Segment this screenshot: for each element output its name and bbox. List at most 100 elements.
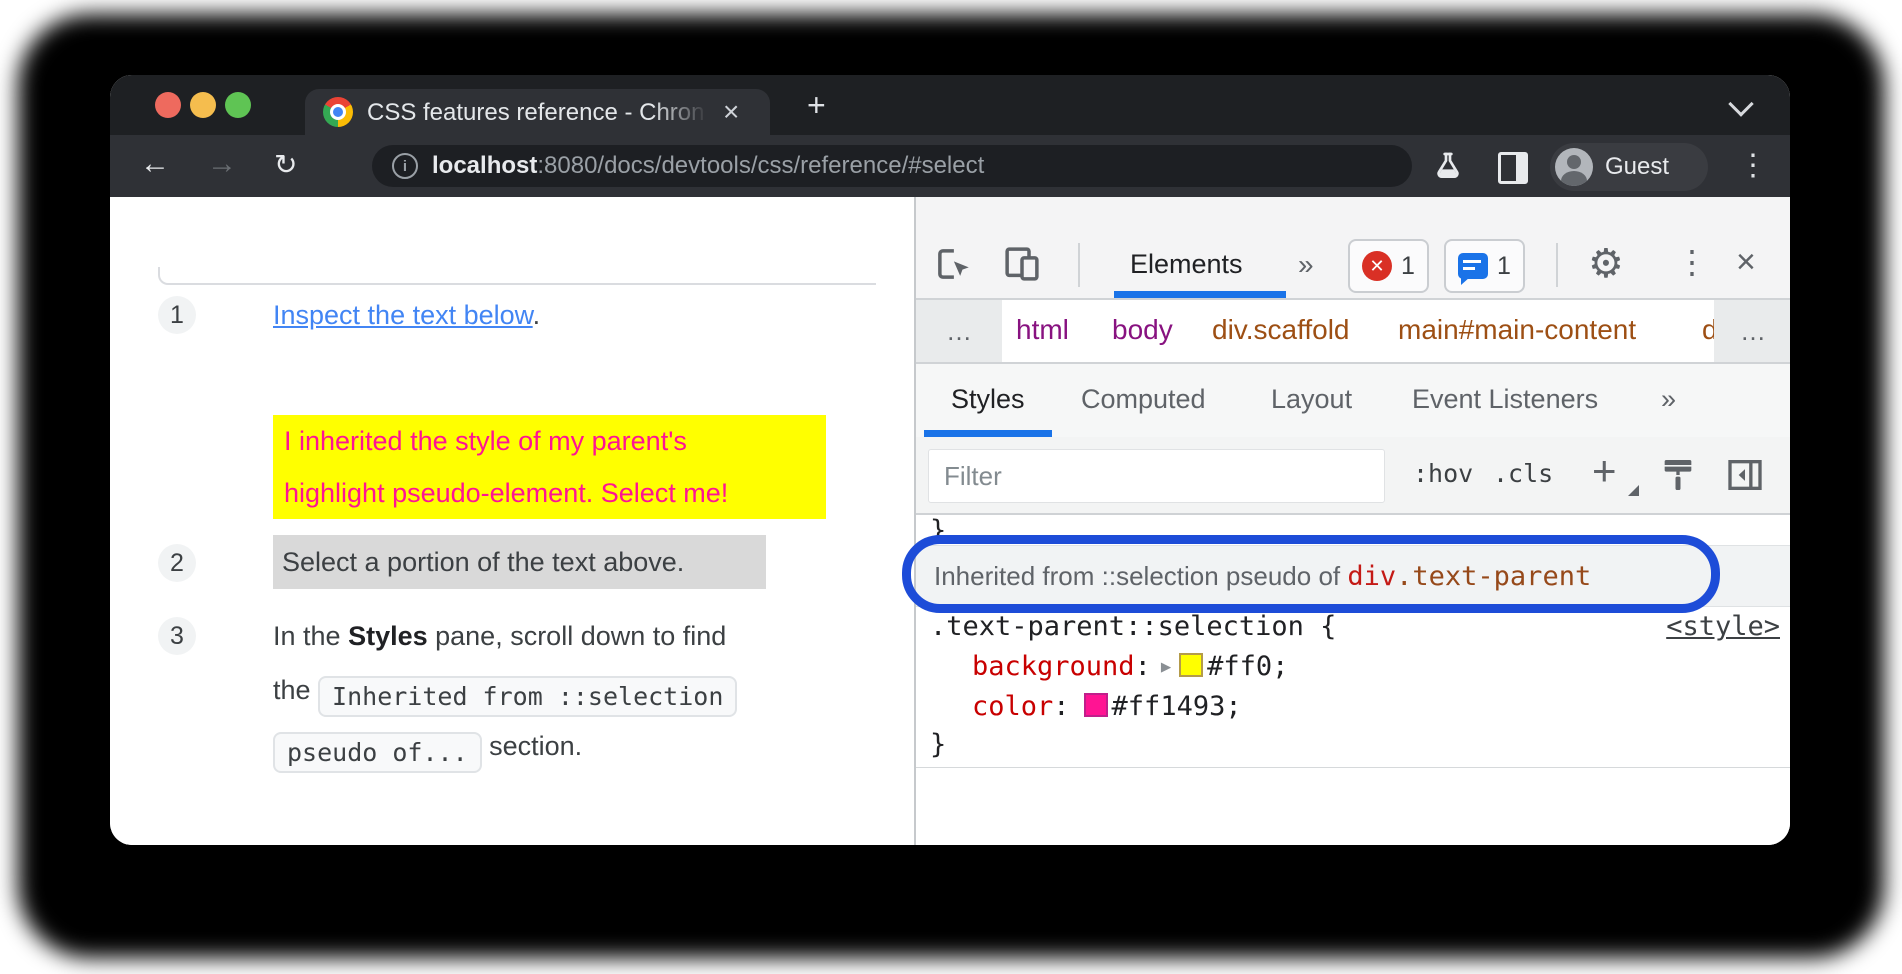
colon: : <box>1053 691 1069 722</box>
device-toolbar-icon[interactable] <box>1000 243 1044 290</box>
inherited-node-class[interactable]: .text-parent <box>1396 561 1591 592</box>
forward-button[interactable]: → <box>207 147 237 181</box>
step-3-line-3: pseudo of... section. <box>273 731 582 773</box>
previous-rule-close-brace: } <box>930 515 946 546</box>
tab-computed[interactable]: Computed <box>1081 384 1206 415</box>
filter-input[interactable] <box>928 449 1385 503</box>
crumb-html[interactable]: html <box>1016 314 1069 346</box>
profile-button[interactable]: Guest <box>1550 143 1708 191</box>
styles-filter-bar: :hov .cls + <box>916 437 1790 515</box>
inspect-link[interactable]: Inspect the text below <box>273 300 533 330</box>
rule-origin-link[interactable]: <style> <box>1666 611 1780 642</box>
step-3-line3-post: section. <box>482 731 583 761</box>
property-value: #ff0; <box>1207 651 1288 682</box>
toggle-hover-state-button[interactable]: :hov <box>1413 459 1473 488</box>
inherited-from-section: Inherited from ::selection pseudo of div… <box>916 545 1790 607</box>
step-3-post: pane, scroll down to find <box>428 621 727 651</box>
step-1-period: . <box>533 300 541 330</box>
devtools-menu-icon[interactable]: ⋮ <box>1676 243 1708 281</box>
profile-name: Guest <box>1605 153 1669 181</box>
settings-gear-icon[interactable]: ⚙ <box>1588 241 1624 287</box>
chrome-favicon-icon <box>323 97 353 127</box>
crumbs-overflow-left[interactable]: … <box>916 300 1002 362</box>
styles-bold: Styles <box>348 621 428 651</box>
tab-strip: CSS features reference - Chron × + <box>110 75 1790 135</box>
expand-arrow-icon[interactable]: ▶ <box>1161 657 1171 677</box>
step-3-line-2: the Inherited from ::selection <box>273 675 737 717</box>
side-panel-icon[interactable] <box>1498 152 1528 184</box>
property-name: color <box>972 691 1053 722</box>
tab-close-icon[interactable]: × <box>723 96 739 128</box>
rule-declaration-background[interactable]: background: ▶ #ff0; <box>972 651 1288 682</box>
step-1-text: Inspect the text below. <box>273 300 540 331</box>
step-3-line2-pre: the <box>273 675 318 705</box>
issues-badge[interactable]: 1 <box>1444 239 1525 293</box>
rule-selector[interactable]: .text-parent::selection { <box>930 611 1336 642</box>
minimize-window-button[interactable] <box>190 92 216 118</box>
close-window-button[interactable] <box>155 92 181 118</box>
more-tabs-chevron-icon[interactable]: » <box>1661 384 1676 415</box>
browser-window: CSS features reference - Chron × + ← → ↻… <box>110 75 1790 845</box>
tab-event-listeners[interactable]: Event Listeners <box>1412 384 1598 415</box>
section-divider <box>916 767 1790 768</box>
color-swatch-yellow[interactable] <box>1179 653 1203 677</box>
toolbar-divider <box>1078 243 1080 287</box>
rule-declaration-color[interactable]: color: #ff1493; <box>972 691 1242 722</box>
devtools-panel: Elements » ✕ 1 1 ⚙ ⋮ × <box>914 197 1790 845</box>
toggle-classes-button[interactable]: .cls <box>1493 459 1553 488</box>
property-name: background <box>972 651 1135 682</box>
crumb-main-content[interactable]: main#main-content <box>1398 314 1636 346</box>
new-tab-button[interactable]: + <box>807 87 826 124</box>
address-bar[interactable]: i localhost:8080/docs/devtools/css/refer… <box>372 145 1412 187</box>
new-rule-corner-triangle <box>1628 485 1639 496</box>
toggle-sidebar-icon[interactable] <box>1724 455 1766 500</box>
colon: : <box>1135 651 1151 682</box>
inherited-node-tag[interactable]: div <box>1347 561 1396 592</box>
color-swatch-pink[interactable] <box>1084 693 1108 717</box>
step-number: 2 <box>158 544 196 582</box>
devtools-toolbar: Elements » ✕ 1 1 ⚙ ⋮ × <box>916 197 1790 300</box>
site-info-icon[interactable]: i <box>392 153 418 179</box>
demo-box-bottom-edge <box>158 267 876 285</box>
new-style-rule-button[interactable]: + <box>1592 447 1617 495</box>
inspect-element-icon[interactable] <box>932 243 974 290</box>
tab-layout[interactable]: Layout <box>1271 384 1352 415</box>
tab-elements[interactable]: Elements <box>1130 249 1243 280</box>
property-value: #ff1493; <box>1112 691 1242 722</box>
url-host: localhost <box>432 152 537 179</box>
issues-icon <box>1458 253 1488 279</box>
active-tab-underline <box>1114 291 1286 298</box>
highlighted-demo-text[interactable]: I inherited the style of my parent's hig… <box>273 415 826 519</box>
url-text: localhost:8080/docs/devtools/css/referen… <box>432 152 984 180</box>
highlight-line-1: I inherited the style of my parent's <box>284 426 687 457</box>
crumb-div-scaffold[interactable]: div.scaffold <box>1212 314 1349 346</box>
maximize-window-button[interactable] <box>225 92 251 118</box>
issue-count: 1 <box>1497 252 1511 281</box>
console-errors-badge[interactable]: ✕ 1 <box>1348 239 1429 293</box>
step-2-text: Select a portion of the text above. <box>282 547 684 578</box>
reload-button[interactable]: ↻ <box>274 148 297 181</box>
experiments-flask-icon[interactable] <box>1432 150 1464 187</box>
error-count: 1 <box>1401 252 1415 281</box>
devtools-close-icon[interactable]: × <box>1736 243 1756 282</box>
active-sidebar-tab-underline <box>924 430 1052 437</box>
crumb-body[interactable]: body <box>1112 314 1173 346</box>
back-button[interactable]: ← <box>140 147 170 181</box>
more-panels-chevron-icon[interactable]: » <box>1298 249 1314 281</box>
tab-styles[interactable]: Styles <box>951 384 1025 415</box>
content-area: 1 Inspect the text below. I inherited th… <box>110 197 1790 845</box>
page-viewport: 1 Inspect the text below. I inherited th… <box>110 197 914 845</box>
dom-breadcrumbs: … html body div.scaffold main#main-conte… <box>916 300 1790 364</box>
browser-tab[interactable]: CSS features reference - Chron × <box>305 89 770 135</box>
tab-title: CSS features reference - Chron <box>367 99 715 129</box>
inherited-prefix: Inherited from ::selection pseudo of <box>934 561 1347 592</box>
rendering-brush-icon[interactable] <box>1658 455 1698 500</box>
inline-code-2: pseudo of... <box>273 732 482 773</box>
styles-pane: } Inherited from ::selection pseudo of d… <box>916 515 1790 845</box>
chevron-down-icon[interactable] <box>1728 91 1753 116</box>
step-3-line-1: In the Styles pane, scroll down to find <box>273 621 726 652</box>
inline-code-1: Inherited from ::selection <box>318 676 737 717</box>
crumbs-overflow-right[interactable]: … <box>1714 300 1790 362</box>
browser-menu-button[interactable]: ⋮ <box>1738 148 1768 183</box>
error-icon: ✕ <box>1362 251 1392 281</box>
